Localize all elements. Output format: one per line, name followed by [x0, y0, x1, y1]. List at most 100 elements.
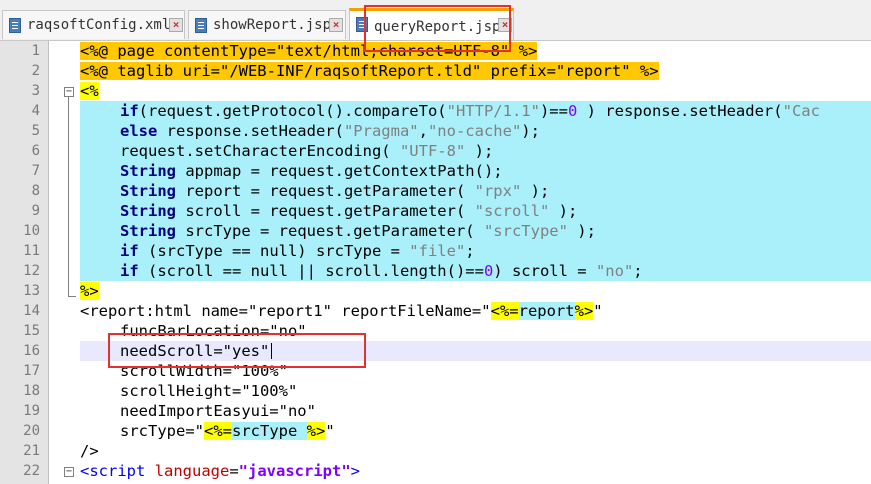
- keyword: if: [120, 242, 139, 260]
- code-text: ": [593, 302, 603, 320]
- line-number: 18: [23, 383, 40, 399]
- code-line-20[interactable]: srcType="<%=srcType %>": [120, 421, 335, 441]
- code-text: ,: [418, 122, 428, 140]
- keyword: String: [120, 182, 176, 200]
- fold-margin: [49, 41, 77, 484]
- html-attribute: language: [145, 462, 230, 480]
- code-line-21[interactable]: />: [80, 441, 99, 461]
- number-literal: 0: [567, 102, 578, 120]
- line-number: 5: [31, 123, 40, 139]
- jsp-close-delimiter: %>: [518, 42, 538, 60]
- line-number: 6: [31, 143, 40, 159]
- tab-raqsoftconfig-xml[interactable]: raqsoftConfig.xml ×: [2, 10, 185, 39]
- expression-close-delimiter: %>: [574, 302, 594, 320]
- line-number: 12: [23, 263, 40, 279]
- expression-body: srcType: [232, 422, 307, 440]
- line-number: 13: [23, 283, 40, 299]
- directive-text: taglib uri="/WEB-INF/raqsoftReport.tld" …: [108, 62, 640, 80]
- code-text: )==: [539, 102, 568, 120]
- keyword: String: [120, 222, 176, 240]
- line-number: 19: [23, 403, 40, 419]
- code-text: srcType=": [120, 422, 204, 440]
- expression-open-delimiter: <%=: [204, 422, 232, 440]
- code-text: srcType = request.getParameter(: [176, 222, 484, 240]
- code-line-9[interactable]: String scroll = request.getParameter( "s…: [120, 201, 577, 221]
- scriptlet-open-delimiter: <%: [80, 82, 99, 100]
- jsp-file-icon: [195, 18, 207, 33]
- annotation-box-needscroll: [108, 333, 366, 368]
- line-number: 14: [23, 303, 40, 319]
- code-text: (srcType == null) srcType =: [138, 242, 410, 260]
- jsp-close-delimiter: %>: [639, 62, 659, 80]
- code-text: );: [521, 122, 540, 140]
- tab-showreport-jsp[interactable]: showReport.jsp ×: [188, 10, 346, 39]
- fold-toggle-icon[interactable]: −: [64, 87, 74, 97]
- code-line-6[interactable]: request.setCharacterEncoding( "UTF-8" );: [120, 141, 493, 161]
- expression-open-delimiter: <%=: [490, 302, 519, 320]
- code-line-10[interactable]: String srcType = request.getParameter( "…: [120, 221, 596, 241]
- code-line-13[interactable]: %>: [80, 281, 99, 301]
- code-line-11[interactable]: if (srcType == null) srcType = "file";: [120, 241, 475, 261]
- line-number: 11: [23, 243, 40, 259]
- keyword: if: [120, 102, 139, 120]
- code-text: response.setHeader(: [157, 122, 344, 140]
- code-text: ) response.setHeader(: [577, 102, 783, 120]
- code-line-22[interactable]: <script language="javascript">: [80, 461, 360, 481]
- line-number: 16: [23, 343, 40, 359]
- scriptlet-close-delimiter: %>: [80, 282, 99, 300]
- code-line-3[interactable]: <%: [80, 81, 99, 101]
- code-text: (request.getProtocol().compareTo(: [138, 102, 447, 120]
- code-text: <report:html name="report1" reportFileNa…: [80, 302, 491, 320]
- line-number: 2: [31, 63, 40, 79]
- code-text: />: [80, 442, 99, 460]
- code-line-7[interactable]: String appmap = request.getContextPath()…: [120, 161, 503, 181]
- code-line-5[interactable]: else response.setHeader("Pragma","no-cac…: [120, 121, 540, 141]
- line-number: 22: [23, 463, 40, 479]
- string-literal: "srcType": [483, 222, 568, 240]
- string-literal: "no-cache": [427, 122, 522, 140]
- code-line-8[interactable]: String report = request.getParameter( "r…: [120, 181, 549, 201]
- number-literal: 0: [483, 262, 494, 280]
- string-literal: "HTTP/1.1": [446, 102, 540, 120]
- fold-end-marker: [68, 296, 76, 297]
- code-text: report = request.getParameter(: [176, 182, 475, 200]
- fold-toggle-icon[interactable]: −: [64, 467, 74, 477]
- code-line-14[interactable]: <report:html name="report1" reportFileNa…: [80, 301, 603, 321]
- line-number: 7: [31, 163, 40, 179]
- string-literal: "Pragma": [343, 122, 419, 140]
- string-literal: "Cac: [782, 102, 820, 120]
- code-line-12[interactable]: if (scroll == null || scroll.length()==0…: [120, 261, 643, 281]
- html-tag: >: [350, 462, 360, 480]
- code-line-18[interactable]: scrollHeight="100%": [120, 381, 297, 401]
- code-text: scrollHeight="100%": [120, 382, 298, 400]
- tab-label: showReport.jsp: [213, 17, 332, 33]
- html-tag: <script: [80, 462, 146, 480]
- code-line-4[interactable]: if(request.getProtocol().compareTo("HTTP…: [120, 101, 820, 121]
- string-literal: "scroll": [474, 202, 550, 220]
- jsp-open-delimiter: <%@: [80, 62, 108, 80]
- code-text: needImportEasyui="no": [120, 402, 316, 420]
- code-line-19[interactable]: needImportEasyui="no": [120, 401, 316, 421]
- keyword: if: [120, 262, 139, 280]
- code-text: ;: [633, 262, 643, 280]
- code-text: scroll = request.getParameter(: [176, 202, 475, 220]
- code-line-2[interactable]: <%@ taglib uri="/WEB-INF/raqsoftReport.t…: [80, 61, 659, 81]
- fold-guide-line: [68, 97, 69, 296]
- code-text: request.setCharacterEncoding(: [120, 142, 400, 160]
- attribute-value: "javascript": [238, 462, 351, 480]
- string-literal: "rpx": [474, 182, 522, 200]
- code-text: ": [325, 422, 335, 440]
- string-literal: "UTF-8": [399, 142, 466, 160]
- code-text: =: [229, 462, 239, 480]
- keyword: else: [120, 122, 158, 140]
- close-icon[interactable]: ×: [169, 18, 183, 32]
- code-text: ;: [465, 242, 475, 260]
- expression-close-delimiter: %>: [306, 422, 326, 440]
- line-number: 20: [23, 423, 40, 439]
- line-number: 21: [23, 443, 40, 459]
- line-number: 15: [23, 323, 40, 339]
- keyword: String: [120, 162, 176, 180]
- code-text: appmap = request.getContextPath();: [176, 162, 503, 180]
- line-number: 10: [23, 223, 40, 239]
- close-icon[interactable]: ×: [329, 18, 343, 32]
